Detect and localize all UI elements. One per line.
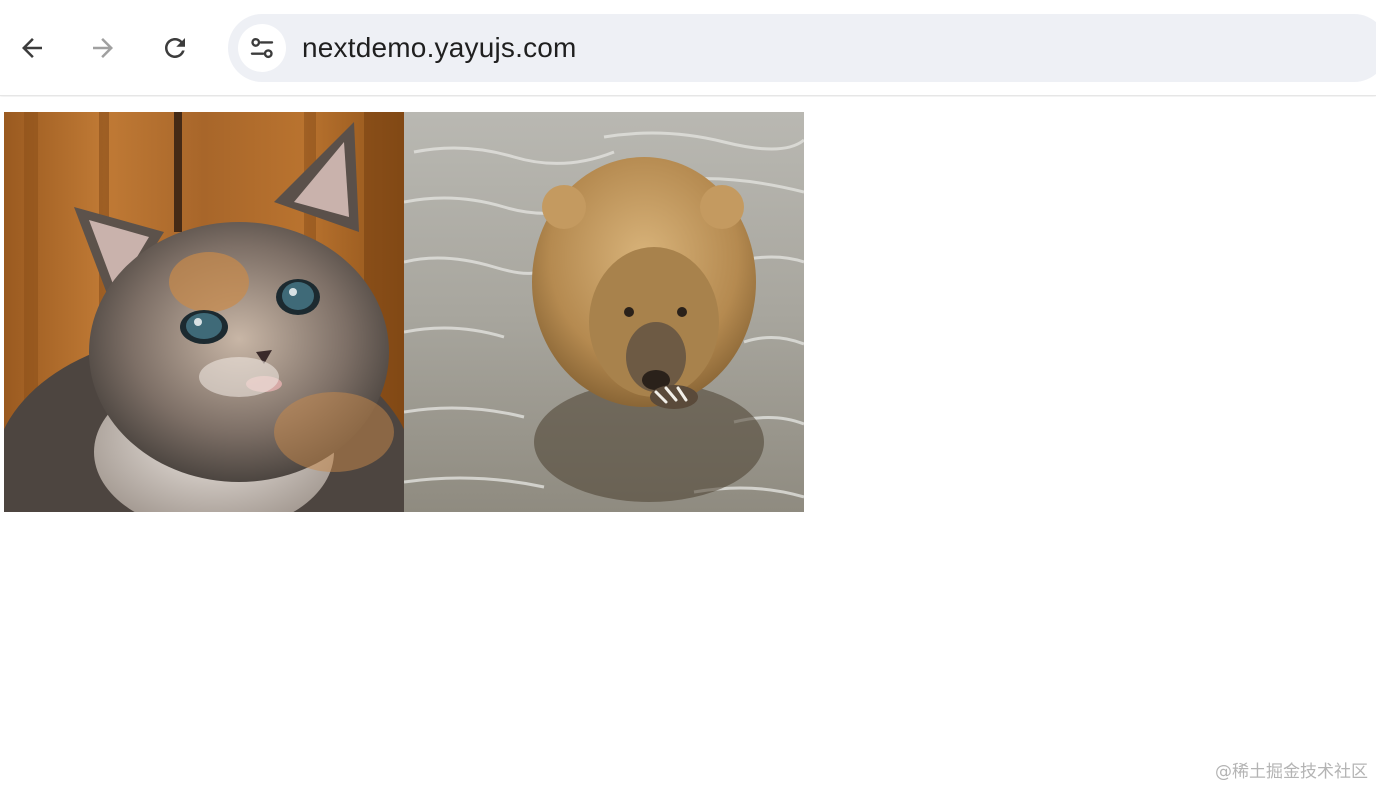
page-content: @稀土掘金技术社区: [0, 97, 1376, 788]
forward-button[interactable]: [81, 26, 125, 70]
browser-window: nextdemo.yayujs.com @稀土掘金技术社区: [0, 0, 1376, 788]
site-info-button[interactable]: [238, 24, 286, 72]
image-row: [4, 112, 804, 512]
url-text[interactable]: nextdemo.yayujs.com: [302, 32, 577, 64]
tune-icon: [250, 37, 274, 59]
bear-illustration: [404, 112, 804, 512]
arrow-left-icon: [22, 38, 42, 58]
kitten-illustration: [4, 112, 404, 512]
arrow-right-icon: [93, 38, 113, 58]
bear-image: [404, 112, 804, 512]
kitten-image: [4, 112, 404, 512]
back-button[interactable]: [10, 26, 54, 70]
browser-toolbar: nextdemo.yayujs.com: [0, 0, 1376, 96]
address-bar[interactable]: nextdemo.yayujs.com: [228, 14, 1376, 82]
reload-button[interactable]: [153, 26, 197, 70]
watermark-text: @稀土掘金技术社区: [1215, 762, 1368, 782]
reload-icon: [165, 38, 185, 58]
